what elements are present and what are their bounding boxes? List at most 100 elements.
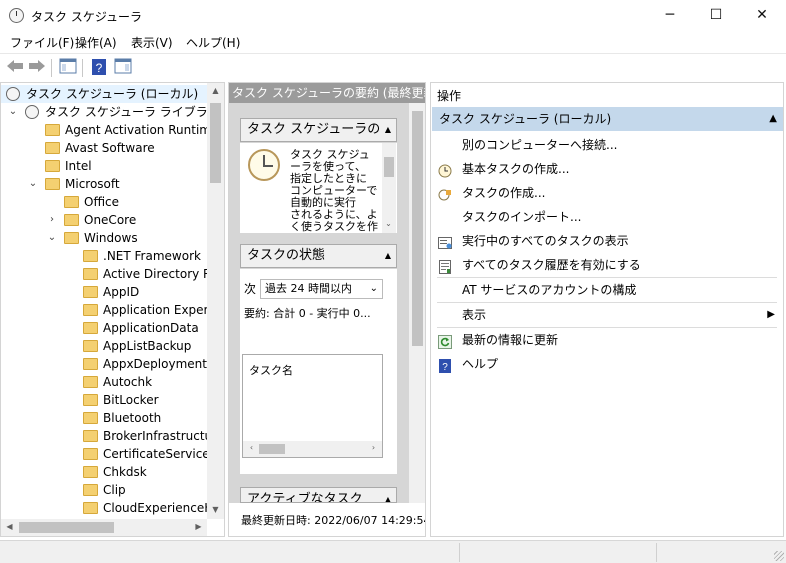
action-connect-another-computer[interactable]: 別のコンピューターへ接続... [431, 133, 781, 157]
chevron-right-icon[interactable]: › [47, 211, 57, 229]
tree-item-library[interactable]: ⌄ タスク スケジューラ ライブラリ [1, 103, 209, 121]
running-tasks-icon [438, 234, 452, 249]
tree-item-bitlocker[interactable]: BitLocker [1, 391, 209, 409]
tree-item-agent-activation-runtime[interactable]: Agent Activation Runtime [1, 121, 209, 139]
scroll-up-arrow-icon[interactable]: ▲ [207, 86, 224, 95]
chevron-down-icon[interactable]: ⌄ [28, 175, 38, 193]
collapse-up-icon[interactable]: ▲ [769, 107, 777, 131]
chevron-left-icon[interactable]: ‹ [243, 443, 260, 452]
action-configure-at-service-account[interactable]: AT サービスのアカウントの構成 [431, 278, 781, 302]
tree-label: Avast Software [65, 141, 155, 155]
action-help[interactable]: ? ヘルプ [431, 352, 781, 376]
tree-horizontal-scrollbar[interactable]: ◀ ▶ [1, 519, 207, 536]
tree-item-brokerinfrastructure[interactable]: BrokerInfrastructure [1, 427, 209, 445]
overview-section-header[interactable]: タスク スケジューラの ▲ [240, 118, 397, 142]
folder-icon [45, 178, 60, 190]
chevron-down-icon[interactable]: ⌄ [8, 103, 18, 121]
tree-item-office[interactable]: Office [1, 193, 209, 211]
tree-item-avast-software[interactable]: Avast Software [1, 139, 209, 157]
tree-item-net-framework[interactable]: .NET Framework [1, 247, 209, 265]
tree-label: Intel [65, 159, 92, 173]
tree-label: BrokerInfrastructure [103, 429, 209, 443]
folder-icon [83, 412, 98, 424]
collapse-up-icon[interactable]: ▲ [385, 488, 391, 502]
collapse-up-icon[interactable]: ▲ [385, 245, 391, 267]
tree-item-clip[interactable]: Clip [1, 481, 209, 499]
tree-item-bluetooth[interactable]: Bluetooth [1, 409, 209, 427]
close-button[interactable]: ✕ [739, 0, 785, 31]
action-label: タスクの作成... [462, 186, 546, 200]
tree-label: Office [84, 195, 120, 209]
tree-label: BitLocker [103, 393, 159, 407]
task-name-column-header[interactable]: タスク名 [249, 362, 293, 378]
tree-item-cloudexperiencehost[interactable]: CloudExperienceHo [1, 499, 209, 517]
title-bar: タスク スケジューラ ─ ☐ ✕ [0, 0, 786, 31]
tree-label: タスク スケジューラ ライブラリ [45, 105, 209, 119]
active-tasks-section-header[interactable]: アクティブなタスク ▲ [240, 487, 397, 503]
task-list-hscrollbar[interactable]: ‹ › [243, 441, 382, 457]
action-create-basic-task[interactable]: 基本タスクの作成... [431, 157, 781, 181]
tree-vertical-scrollbar[interactable]: ▲ ▼ [207, 83, 224, 519]
tree-item-applistbackup[interactable]: AppListBackup [1, 337, 209, 355]
chevron-down-icon[interactable]: ⌄ [47, 229, 57, 247]
tree-item-autochk[interactable]: Autochk [1, 373, 209, 391]
overview-panel: タスク スケジュ ーラを使って、 指定したときに コンピューターで 自動的に実行… [240, 143, 397, 233]
help-icon[interactable]: ? [89, 58, 109, 78]
help-icon: ? [438, 357, 452, 373]
tree-label: Chkdsk [103, 465, 147, 479]
action-label: 別のコンピューターへ接続... [462, 138, 618, 152]
chevron-right-icon[interactable]: › [365, 443, 382, 452]
scrollbar-thumb[interactable] [19, 522, 114, 533]
tree-root-local[interactable]: タスク スケジューラ (ローカル) [1, 85, 209, 103]
tree-item-active-directory[interactable]: Active Directory Rig [1, 265, 209, 283]
overview-scrollbar[interactable]: ⌄ [382, 143, 396, 233]
menu-view[interactable]: 表示(V) [131, 34, 173, 51]
action-section-header[interactable]: タスク スケジューラ (ローカル) ▲ [432, 107, 783, 131]
tree-item-application-experience[interactable]: Application Experie [1, 301, 209, 319]
tree-item-microsoft[interactable]: ⌄ Microsoft [1, 175, 209, 193]
tree-label: OneCore [84, 213, 137, 227]
scroll-right-arrow-icon[interactable]: ▶ [190, 522, 207, 531]
task-list[interactable]: タスク名 ‹ › [242, 354, 383, 458]
show-hide-action-pane-icon[interactable] [113, 58, 133, 78]
action-refresh[interactable]: 最新の情報に更新 [431, 328, 781, 352]
menu-help[interactable]: ヘルプ(H) [186, 34, 240, 51]
tree-item-intel[interactable]: Intel [1, 157, 209, 175]
folder-icon [83, 268, 98, 280]
action-display-running-tasks[interactable]: 実行中のすべてのタスクの表示 [431, 229, 781, 253]
section-title: タスクの状態 [247, 248, 326, 263]
tree-item-onecore[interactable]: › OneCore [1, 211, 209, 229]
menu-file[interactable]: ファイル(F) [10, 34, 74, 51]
tree-label: AppxDeploymentCl [103, 357, 209, 371]
tree-item-appxdeployment[interactable]: AppxDeploymentCl [1, 355, 209, 373]
action-enable-all-task-history[interactable]: すべてのタスク履歴を有効にする [431, 253, 781, 277]
action-import-task[interactable]: タスクのインポート... [431, 205, 781, 229]
collapse-up-icon[interactable]: ▲ [385, 119, 391, 141]
action-create-task[interactable]: タスクの作成... [431, 181, 781, 205]
section-title: タスク スケジューラ (ローカル) [439, 112, 612, 126]
back-icon[interactable] [5, 58, 25, 78]
resize-grip-icon[interactable] [774, 551, 784, 561]
action-pane: 操作 タスク スケジューラ (ローカル) ▲ 別のコンピューターへ接続... 基… [430, 82, 784, 537]
show-hide-console-tree-icon[interactable] [58, 58, 78, 78]
clock-icon [6, 87, 20, 101]
tree-item-applicationdata[interactable]: ApplicationData [1, 319, 209, 337]
scroll-left-arrow-icon[interactable]: ◀ [1, 522, 18, 531]
scroll-down-arrow-icon[interactable]: ⌄ [380, 219, 397, 228]
tree-item-chkdsk[interactable]: Chkdsk [1, 463, 209, 481]
tree-item-certificateservices[interactable]: CertificateServicesC [1, 445, 209, 463]
scroll-down-arrow-icon[interactable]: ▼ [207, 505, 224, 514]
folder-icon [83, 358, 98, 370]
action-label: 表示 [462, 308, 487, 322]
action-view-submenu[interactable]: 表示 ▶ [431, 303, 781, 327]
tree-item-windows[interactable]: ⌄ Windows [1, 229, 209, 247]
task-status-section-header[interactable]: タスクの状態 ▲ [240, 244, 397, 268]
summary-vertical-scrollbar[interactable] [409, 103, 425, 503]
minimize-button[interactable]: ─ [647, 0, 693, 31]
menu-action[interactable]: 操作(A) [75, 34, 117, 51]
maximize-button[interactable]: ☐ [693, 0, 739, 31]
tree-item-appid[interactable]: AppID [1, 283, 209, 301]
forward-icon[interactable] [27, 58, 47, 78]
scrollbar-thumb[interactable] [210, 103, 221, 183]
period-select[interactable]: 過去 24 時間以内 ⌄ [260, 279, 383, 299]
